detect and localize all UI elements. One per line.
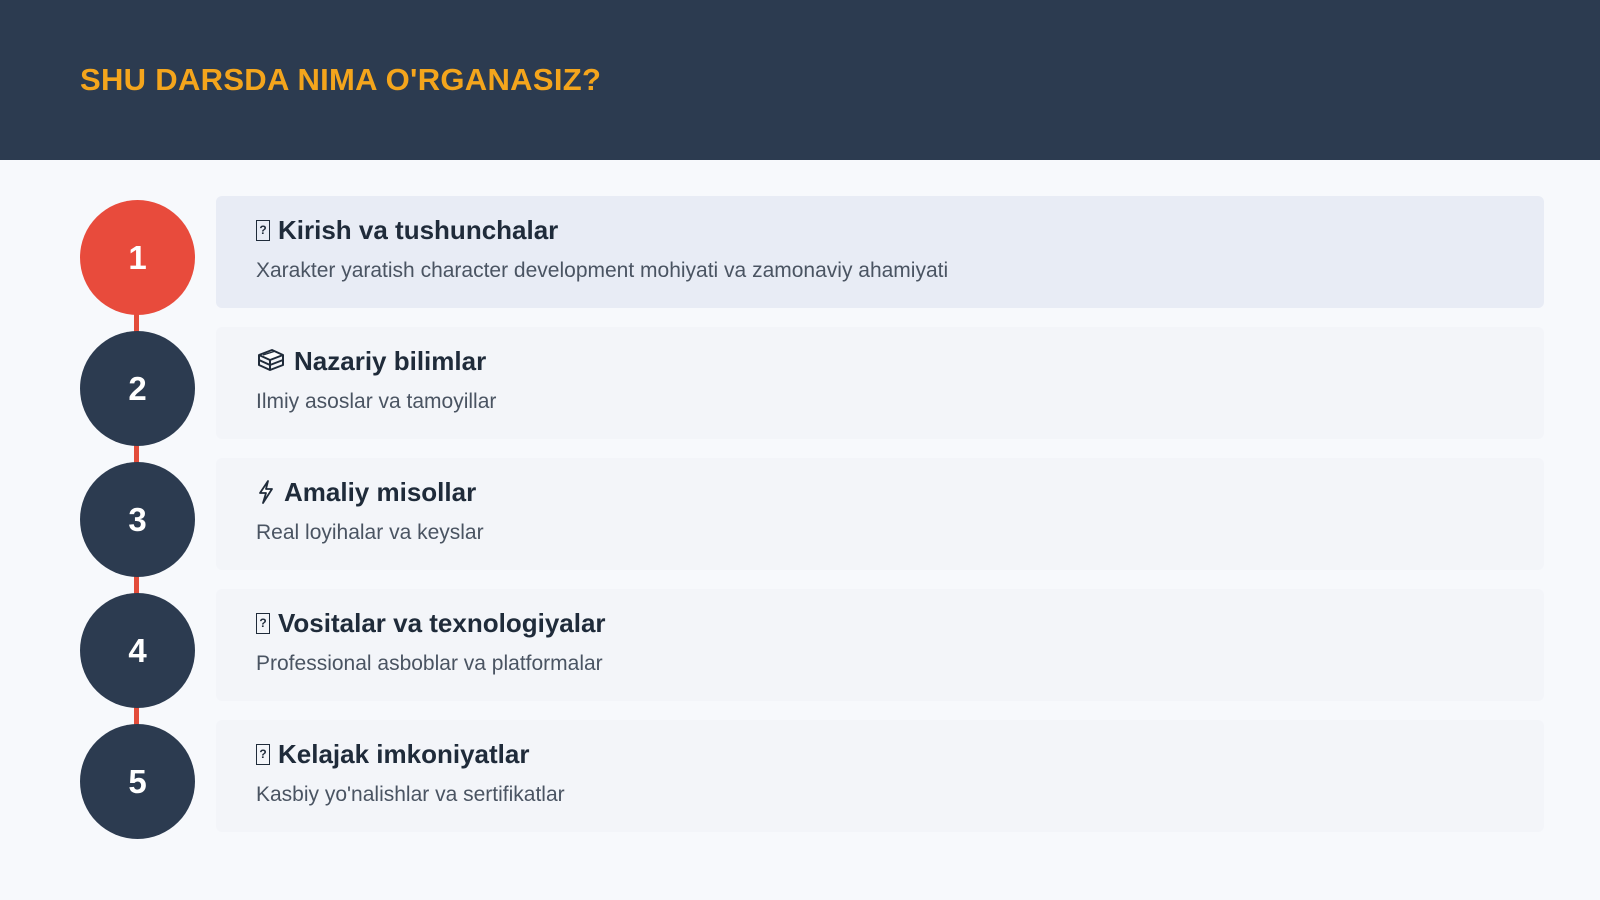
- step-number-badge: 2: [80, 331, 195, 446]
- lightning-icon: [256, 479, 276, 505]
- slide-header: SHU DARSDA NIMA O'RGANASIZ?: [0, 0, 1600, 160]
- step-number-badge: 1: [80, 200, 195, 315]
- lesson-item-title: Kirish va tushunchalar: [278, 214, 559, 245]
- lesson-item-heading: ? Vositalar va texnologiyalar: [256, 606, 1544, 640]
- timeline-connector: [134, 705, 139, 725]
- lesson-item-title: Vositalar va texnologiyalar: [278, 607, 606, 638]
- timeline-connector: [134, 312, 139, 332]
- missing-glyph-icon: ?: [256, 612, 270, 634]
- lesson-item-heading: ? Kirish va tushunchalar: [256, 213, 1544, 247]
- lesson-item-description: Xarakter yaratish character development …: [256, 259, 949, 282]
- timeline-connector: [134, 443, 139, 463]
- lesson-item-card[interactable]: Amaliy misollar Real loyihalar va keysla…: [216, 458, 1544, 570]
- step-number-badge: 4: [80, 593, 195, 708]
- lesson-item-description: Real loyihalar va keyslar: [256, 521, 484, 544]
- page-title: SHU DARSDA NIMA O'RGANASIZ?: [80, 62, 602, 97]
- lesson-item-title: Nazariy bilimlar: [294, 345, 487, 376]
- lesson-item-card[interactable]: Nazariy bilimlar Ilmiy asoslar va tamoyi…: [216, 327, 1544, 439]
- step-number-badge: 3: [80, 462, 195, 577]
- lesson-item-title: Amaliy misollar: [284, 476, 477, 507]
- lesson-item-title: Kelajak imkoniyatlar: [278, 738, 530, 769]
- lesson-item-description: Professional asboblar va platformalar: [256, 652, 603, 675]
- lesson-item-heading: Nazariy bilimlar: [256, 344, 1544, 378]
- lesson-item-description: Kasbiy yo'nalishlar va sertifikatlar: [256, 783, 565, 806]
- lesson-item-card[interactable]: ? Kirish va tushunchalar Xarakter yarati…: [216, 196, 1544, 308]
- lesson-item-heading: ? Kelajak imkoniyatlar: [256, 737, 1544, 771]
- missing-glyph-icon: ?: [256, 219, 270, 241]
- timeline-connector: [134, 574, 139, 594]
- missing-glyph-icon: ?: [256, 743, 270, 765]
- books-icon: [256, 347, 286, 375]
- step-number-badge: 5: [80, 724, 195, 839]
- lesson-item-heading: Amaliy misollar: [256, 475, 1544, 509]
- lesson-item-card[interactable]: ? Kelajak imkoniyatlar Kasbiy yo'nalishl…: [216, 720, 1544, 832]
- lesson-item-description: Ilmiy asoslar va tamoyillar: [256, 390, 497, 413]
- lesson-item-card[interactable]: ? Vositalar va texnologiyalar Profession…: [216, 589, 1544, 701]
